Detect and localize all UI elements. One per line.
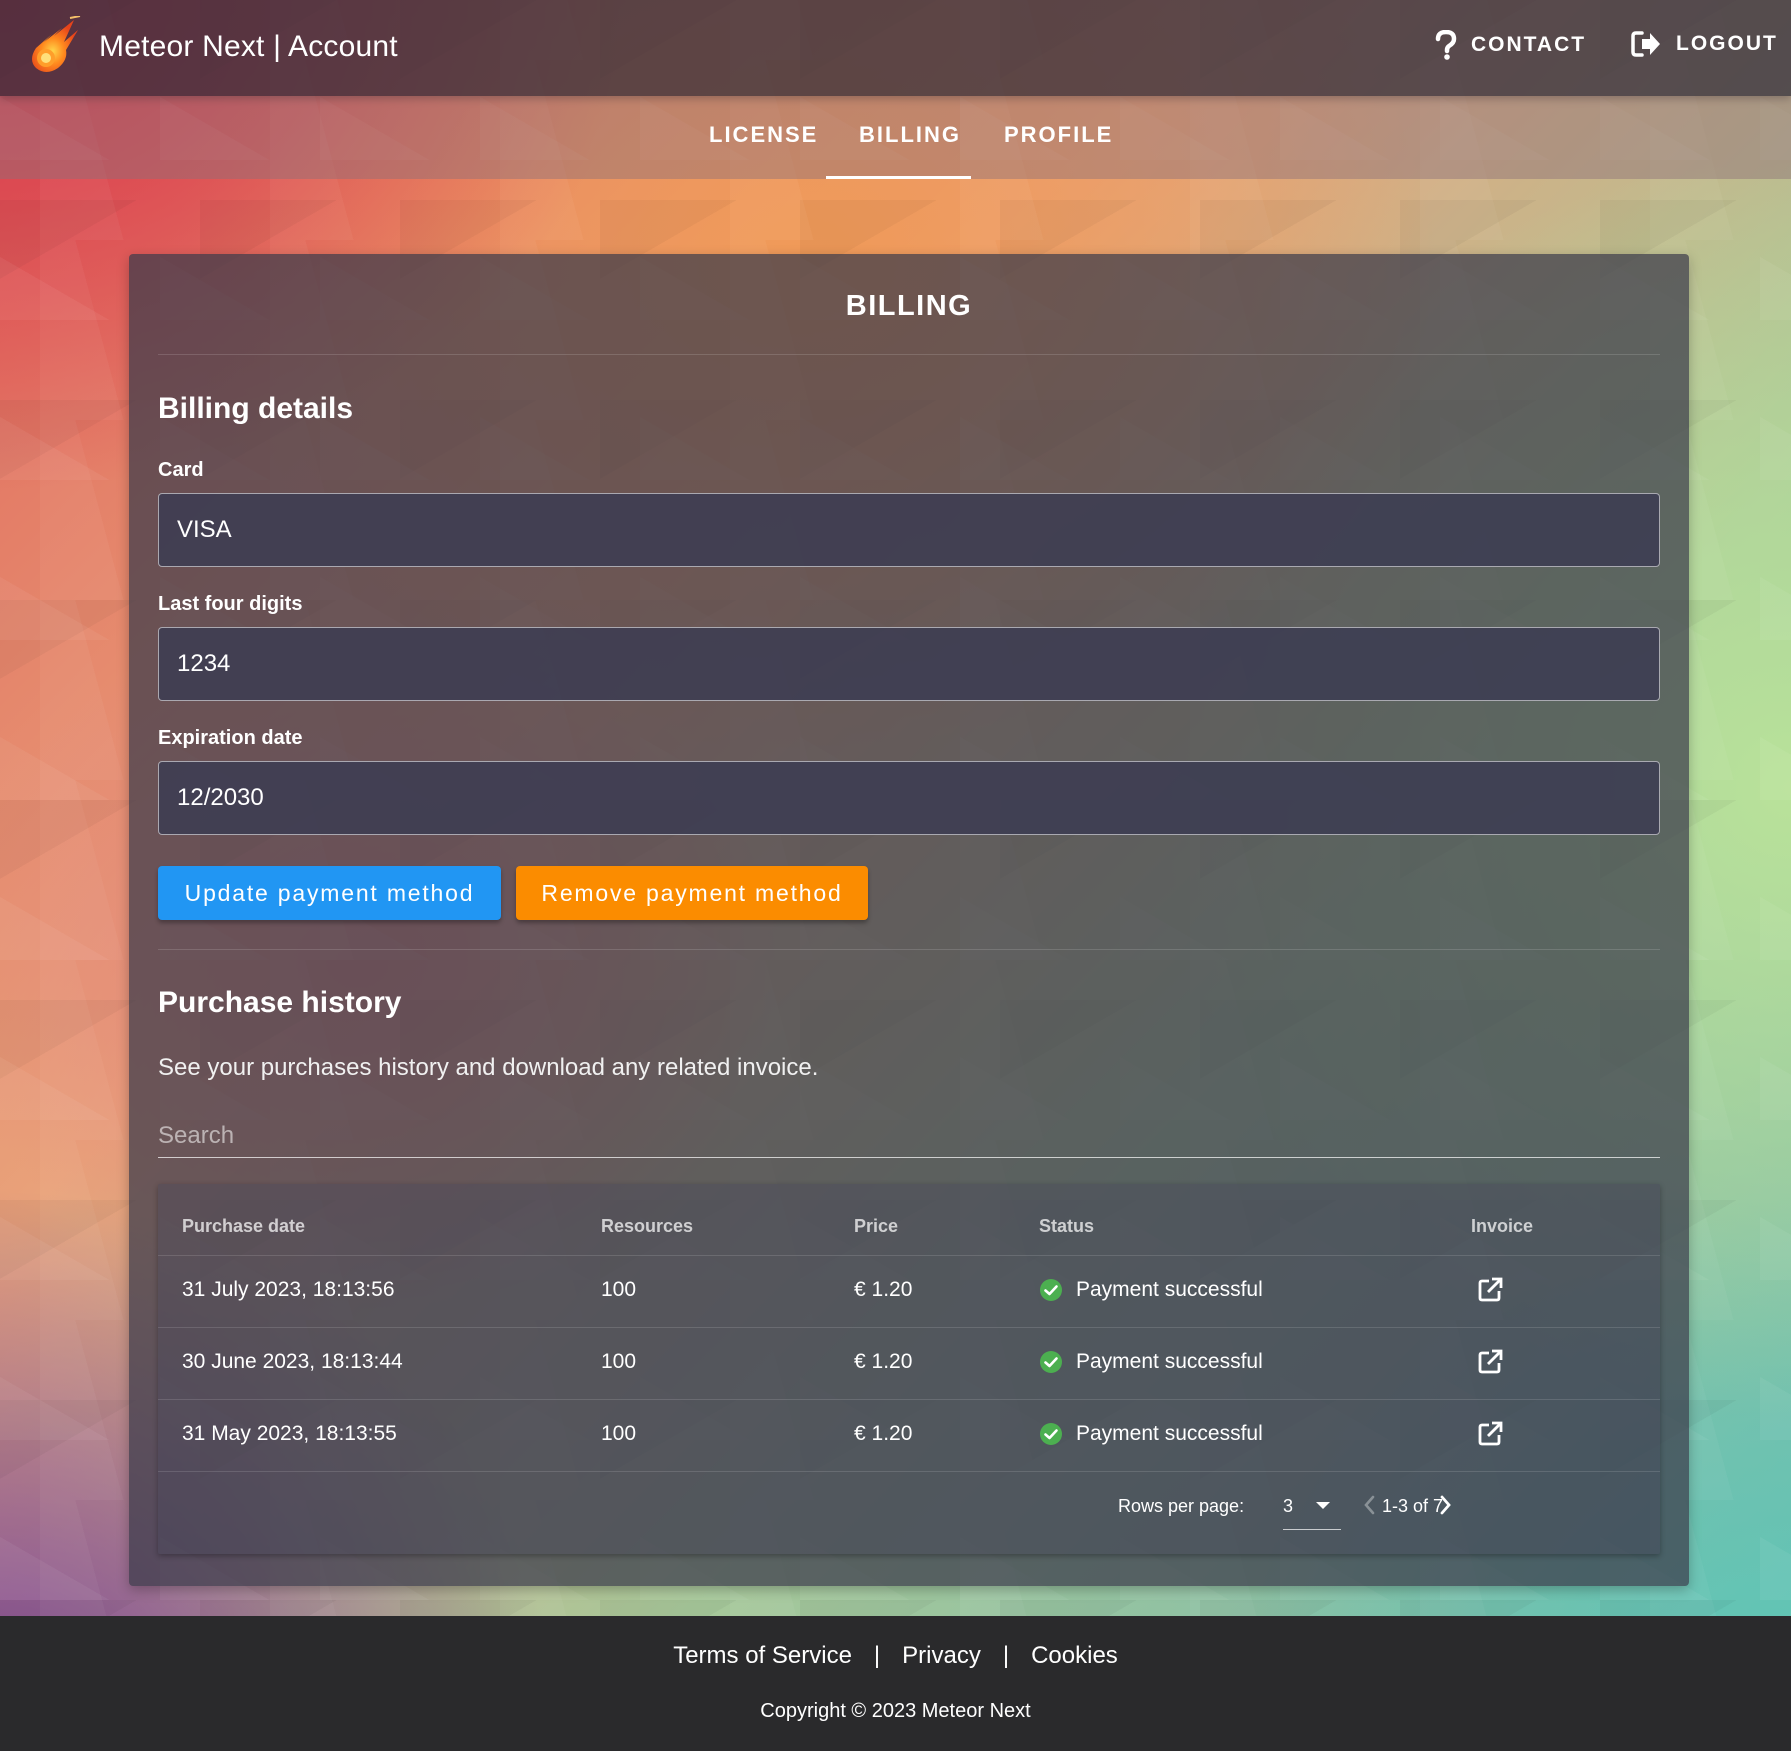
table-row: 31 May 2023, 18:13:55 100 € 1.20 Payment… (158, 1399, 1660, 1471)
expiration-date-label: Expiration date (158, 727, 303, 749)
terms-of-service-link[interactable]: Terms of Service (673, 1642, 852, 1669)
purchase-date-cell: 30 June 2023, 18:13:44 (182, 1350, 403, 1373)
column-header-resources[interactable]: Resources (601, 1216, 693, 1237)
rows-per-page-label: Rows per page: (1118, 1496, 1245, 1516)
meteor-logo-icon (32, 16, 81, 72)
status-text: Payment successful (1076, 1278, 1263, 1301)
app-title: Meteor Next | Account (99, 30, 398, 63)
contact-label: CONTACT (1471, 33, 1587, 56)
open-invoice-icon[interactable] (1476, 1348, 1504, 1376)
footer-links: Terms of Service | Privacy | Cookies (0, 1642, 1791, 1670)
logout-button[interactable]: LOGOUT (1630, 30, 1778, 58)
question-icon (1435, 30, 1457, 60)
previous-page-icon[interactable] (1358, 1492, 1382, 1518)
update-payment-method-button[interactable]: Update payment method (158, 866, 501, 920)
divider (158, 354, 1660, 355)
next-page-icon[interactable] (1433, 1492, 1457, 1518)
tab-billing[interactable]: BILLING (859, 122, 961, 148)
resources-cell: 100 (601, 1278, 637, 1301)
rows-per-page-select[interactable]: 3 (1283, 1494, 1341, 1530)
billing-details-heading: Billing details (158, 392, 354, 425)
card-field[interactable] (158, 493, 1660, 567)
divider (158, 949, 1660, 950)
check-circle-icon (1040, 1423, 1062, 1445)
purchase-history-heading: Purchase history (158, 986, 402, 1019)
last-four-digits-field[interactable] (158, 627, 1660, 701)
contact-button[interactable]: CONTACT (1435, 30, 1586, 60)
logout-label: LOGOUT (1676, 32, 1778, 55)
privacy-link[interactable]: Privacy (902, 1642, 981, 1669)
footer-separator: | (1002, 1642, 1010, 1669)
caret-down-icon (1316, 1502, 1330, 1509)
resources-cell: 100 (601, 1422, 637, 1445)
rows-per-page-value: 3 (1283, 1496, 1294, 1516)
card-title: BILLING (845, 290, 973, 322)
purchase-date-cell: 31 May 2023, 18:13:55 (182, 1422, 397, 1445)
check-circle-icon (1040, 1351, 1062, 1373)
page-footer: Terms of Service | Privacy | Cookies Copyrig… (0, 1616, 1791, 1751)
purchase-history-table: Purchase date Resources Price Status Inv… (158, 1184, 1660, 1554)
price-cell: € 1.20 (854, 1422, 913, 1445)
cookies-link[interactable]: Cookies (1031, 1642, 1118, 1669)
card-label: Card (158, 459, 204, 481)
table-row: 30 June 2023, 18:13:44 100 € 1.20 Paymen… (158, 1327, 1660, 1399)
copyright-text: Copyright © 2023 Meteor Next (760, 1700, 1031, 1722)
status-cell: Payment successful (1039, 1422, 1263, 1446)
last-four-digits-label: Last four digits (158, 593, 303, 615)
account-tabs: LICENSE BILLING PROFILE (0, 96, 1791, 179)
search-input[interactable] (158, 1114, 1660, 1158)
resources-cell: 100 (601, 1350, 637, 1373)
tab-license[interactable]: LICENSE (709, 122, 818, 148)
logout-icon (1631, 31, 1660, 57)
price-cell: € 1.20 (854, 1278, 913, 1301)
purchase-history-description: See your purchases history and download … (158, 1054, 819, 1081)
column-header-price[interactable]: Price (854, 1216, 898, 1237)
purchase-date-cell: 31 July 2023, 18:13:56 (182, 1278, 395, 1301)
table-row: 31 July 2023, 18:13:56 100 € 1.20 Paymen… (158, 1255, 1660, 1327)
remove-payment-method-button[interactable]: Remove payment method (516, 866, 868, 920)
price-cell: € 1.20 (854, 1350, 913, 1373)
table-pagination: Rows per page: 3 1-3 of 7 (158, 1471, 1660, 1554)
status-text: Payment successful (1076, 1350, 1263, 1373)
check-circle-icon (1040, 1279, 1062, 1301)
open-invoice-icon[interactable] (1476, 1420, 1504, 1448)
status-cell: Payment successful (1039, 1350, 1263, 1374)
footer-separator: | (873, 1642, 881, 1669)
top-app-bar: Meteor Next | Account CONTACT LOGOUT (0, 0, 1791, 96)
status-cell: Payment successful (1039, 1278, 1263, 1302)
expiration-date-field[interactable] (158, 761, 1660, 835)
column-header-status[interactable]: Status (1039, 1216, 1094, 1237)
column-header-purchase-date[interactable]: Purchase date (182, 1216, 305, 1237)
column-header-invoice[interactable]: Invoice (1471, 1216, 1533, 1237)
tab-profile[interactable]: PROFILE (1004, 122, 1113, 148)
status-text: Payment successful (1076, 1422, 1263, 1445)
active-tab-indicator (826, 176, 971, 179)
open-invoice-icon[interactable] (1476, 1276, 1504, 1304)
billing-card: BILLING Billing details Card Last four d… (129, 254, 1689, 1586)
